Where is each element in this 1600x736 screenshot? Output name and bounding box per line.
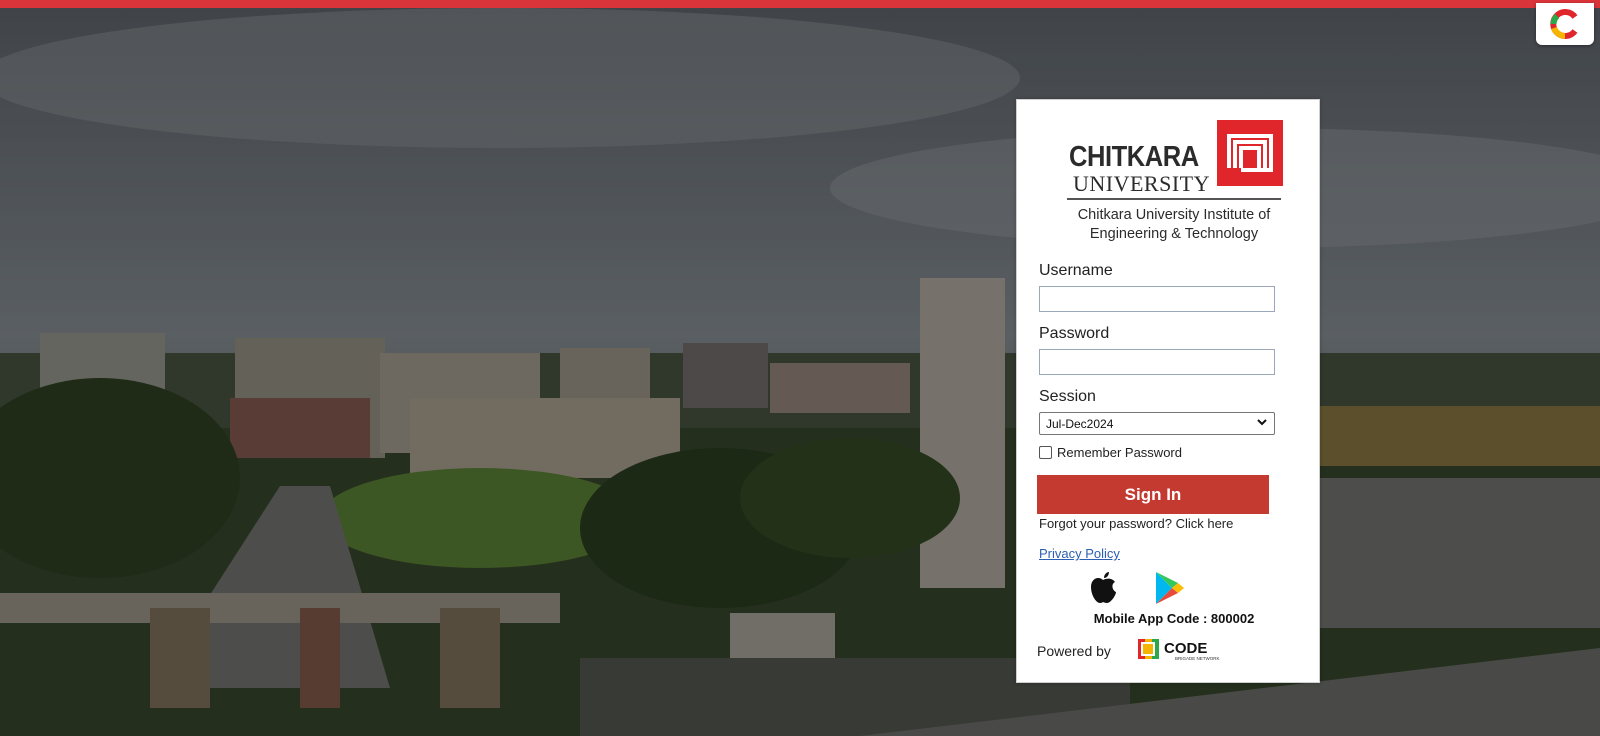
google-play-icon[interactable] [1152,570,1186,606]
brand-divider [1067,198,1281,200]
corner-app-logo[interactable] [1536,3,1594,45]
campus-background-image [0,8,1600,736]
cbn-word: CODE [1164,640,1207,657]
forgot-password-link[interactable]: Forgot your password? Click here [1039,516,1233,531]
username-input[interactable] [1039,286,1275,312]
session-label: Session [1039,388,1096,405]
password-label: Password [1039,325,1110,342]
mobile-app-code: Mobile App Code : 800002 [1093,611,1255,626]
cbn-tagline: BRIGADE NETWORK [1175,656,1220,661]
brand-name-bottom: UNIVERSITY [1073,171,1210,196]
username-label: Username [1039,262,1113,279]
c-logo-icon [1550,9,1578,39]
password-input[interactable] [1039,349,1275,375]
chevron-down-icon [1257,419,1267,426]
university-logo: CHITKARA UNIVERSITY Chitkara University … [1067,120,1283,242]
remember-password-checkbox[interactable] [1039,446,1052,459]
remember-password-label: Remember Password [1057,445,1182,460]
remember-password-row[interactable]: Remember Password [1039,445,1182,460]
session-select[interactable]: Jul-Dec2024 [1039,412,1275,435]
session-selected-value: Jul-Dec2024 [1046,417,1114,431]
brand-name-top: CHITKARA [1069,141,1199,173]
sign-in-button[interactable]: Sign In [1037,475,1269,514]
login-card: CHITKARA UNIVERSITY Chitkara University … [1016,99,1320,683]
code-brigade-network-logo[interactable]: CODE BRIGADE NETWORK [1138,637,1242,661]
privacy-policy-link[interactable]: Privacy Policy [1039,546,1120,561]
apple-icon[interactable] [1086,570,1120,606]
top-accent-bar [0,0,1600,8]
powered-by-label: Powered by [1037,643,1111,659]
institute-name: Chitkara University Institute of Enginee… [1077,207,1271,242]
brand-emblem-icon [1217,120,1283,186]
